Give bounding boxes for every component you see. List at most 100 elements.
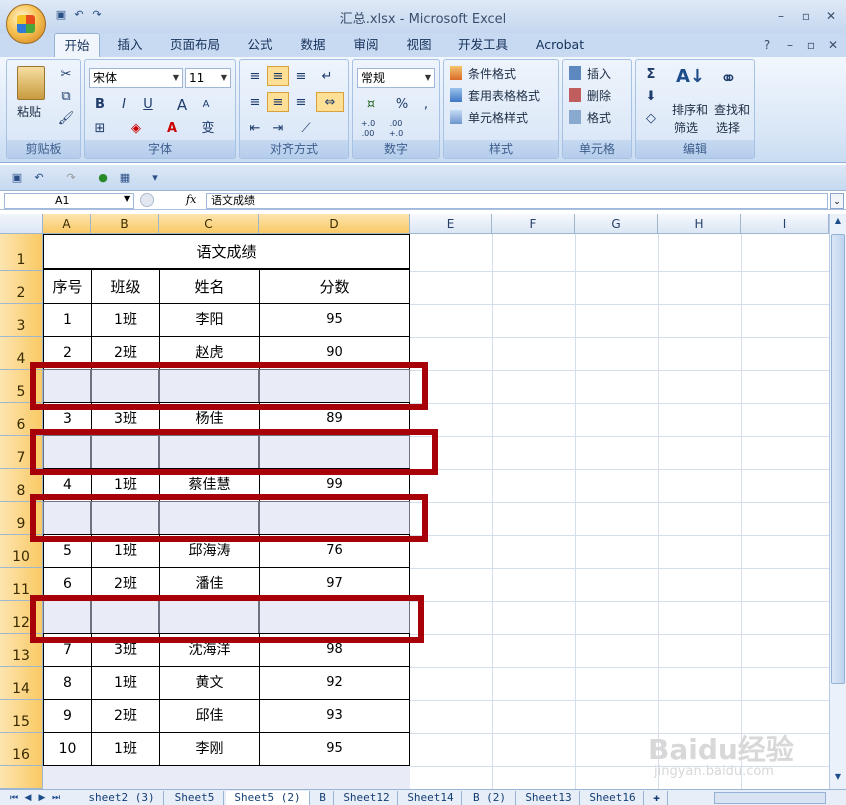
number-format-select[interactable]: 常规 ▼	[357, 68, 435, 88]
sheet-tab[interactable]: Sheet13	[518, 791, 580, 805]
decrease-decimal-button[interactable]: .00 +.0	[385, 118, 407, 138]
border-icon[interactable]: ⊞	[89, 118, 111, 138]
header-cell[interactable]: 分数	[259, 269, 410, 304]
sheet-tab[interactable]: B (2)	[464, 791, 516, 805]
font-color-icon[interactable]: A	[161, 118, 183, 138]
underline-button[interactable]: U	[137, 94, 159, 114]
table-cell[interactable]: 2班	[91, 699, 160, 733]
decrease-indent-icon[interactable]: ⇤	[244, 118, 266, 138]
find-select-label-1[interactable]: 查找和	[714, 100, 750, 120]
row-header[interactable]: 15	[0, 700, 43, 733]
redo-icon[interactable]: ↷	[64, 171, 78, 185]
row-header[interactable]: 2	[0, 271, 43, 304]
table-cell[interactable]: 李刚	[159, 732, 260, 766]
sheet-tab[interactable]: sheet2 (3)	[80, 791, 164, 805]
column-header-f[interactable]: F	[492, 214, 575, 234]
conditional-format-button[interactable]: 条件格式	[468, 64, 516, 84]
column-header-e[interactable]: E	[410, 214, 492, 234]
table-cell[interactable]: 1班	[91, 732, 160, 766]
column-header-g[interactable]: G	[575, 214, 658, 234]
fill-color-icon[interactable]: ◈	[125, 118, 147, 138]
horizontal-scrollbar[interactable]	[714, 792, 826, 804]
next-sheet-icon[interactable]: ▶	[36, 791, 48, 805]
formula-input[interactable]: 语文成绩	[206, 193, 828, 209]
sheet-tab[interactable]: Sheet16	[582, 791, 644, 805]
tab-formulas[interactable]: 公式	[238, 33, 282, 57]
format-cells-button[interactable]: 格式	[587, 108, 611, 128]
close-icon[interactable]: ✕	[822, 8, 840, 24]
tab-review[interactable]: 审阅	[344, 33, 388, 57]
table-cell[interactable]: 93	[259, 699, 410, 733]
column-header-c[interactable]: C	[159, 214, 259, 234]
increase-indent-icon[interactable]: ⇥	[267, 118, 289, 138]
scroll-thumb[interactable]	[831, 234, 845, 684]
workbook-minimize-icon[interactable]: –	[781, 37, 799, 53]
form-icon[interactable]: ▦	[118, 171, 132, 185]
sort-filter-label-2[interactable]: 筛选	[674, 118, 698, 138]
prev-sheet-icon[interactable]: ◀	[22, 791, 34, 805]
autosum-button[interactable]: Σ	[640, 64, 662, 84]
header-cell[interactable]: 序号	[43, 269, 92, 304]
table-cell[interactable]: 9	[43, 699, 92, 733]
help-icon[interactable]: ?	[758, 37, 776, 53]
minimize-icon[interactable]: –	[772, 8, 790, 24]
table-title[interactable]: 语文成绩	[43, 234, 410, 269]
sheet-tab[interactable]: Sheet14	[400, 791, 462, 805]
cell-styles-button[interactable]: 单元格样式	[468, 108, 528, 128]
currency-icon[interactable]: ¤	[357, 94, 385, 114]
insert-cells-button[interactable]: 插入	[587, 64, 611, 84]
save-icon[interactable]: ▣	[10, 171, 24, 185]
column-header-h[interactable]: H	[658, 214, 741, 234]
expand-formula-bar-icon[interactable]: ⌄	[830, 193, 844, 209]
row-header[interactable]: 14	[0, 667, 43, 700]
select-all-corner[interactable]	[0, 214, 43, 234]
last-sheet-icon[interactable]: ⏭	[50, 791, 62, 805]
row-header[interactable]	[0, 766, 43, 789]
increase-decimal-button[interactable]: +.0 .00	[357, 118, 379, 138]
row-header[interactable]: 16	[0, 733, 43, 766]
comma-button[interactable]: ,	[415, 94, 437, 114]
tab-insert[interactable]: 插入	[108, 33, 152, 57]
tab-view[interactable]: 视图	[397, 33, 441, 57]
sheet-tab[interactable]: B	[312, 791, 334, 805]
table-cell[interactable]: 1班	[91, 666, 160, 700]
paste-icon[interactable]	[17, 66, 45, 100]
table-cell[interactable]: 1	[43, 303, 92, 337]
sort-filter-icon[interactable]: A↓	[676, 66, 705, 96]
vertical-scrollbar[interactable]: ▲ ▼	[829, 214, 846, 789]
refresh-icon[interactable]: ●	[96, 171, 110, 185]
table-cell[interactable]: 95	[259, 303, 410, 337]
format-as-table-button[interactable]: 套用表格格式	[468, 86, 540, 106]
header-cell[interactable]: 姓名	[159, 269, 260, 304]
tab-acrobat[interactable]: Acrobat	[526, 33, 594, 57]
table-cell[interactable]: 邱佳	[159, 699, 260, 733]
percent-button[interactable]: %	[391, 94, 413, 114]
align-middle-icon[interactable]: ≡	[267, 66, 289, 86]
name-box[interactable]: A1	[4, 193, 134, 209]
copy-icon[interactable]: ⧉	[55, 86, 77, 106]
insert-function-button[interactable]: fx	[186, 193, 196, 206]
scroll-down-icon[interactable]: ▼	[832, 772, 844, 786]
table-cell[interactable]: 李阳	[159, 303, 260, 337]
paste-button[interactable]: 粘贴	[17, 102, 41, 122]
align-right-icon[interactable]: ≡	[290, 92, 312, 112]
merge-center-icon[interactable]: ⇔	[316, 92, 344, 112]
insert-sheet-icon[interactable]: ✚	[646, 791, 668, 805]
clear-icon[interactable]: ◇	[640, 108, 662, 128]
fill-icon[interactable]: ⬇	[640, 86, 662, 106]
align-bottom-icon[interactable]: ≡	[290, 66, 312, 86]
align-top-icon[interactable]: ≡	[244, 66, 266, 86]
restore-icon[interactable]: ▫	[797, 8, 815, 24]
header-cell[interactable]: 班级	[91, 269, 160, 304]
tab-home[interactable]: 开始	[54, 33, 100, 57]
column-header-i[interactable]: I	[741, 214, 829, 234]
format-painter-icon[interactable]: 🖌	[55, 108, 77, 128]
chevron-down-icon[interactable]: ▼	[124, 194, 130, 203]
workbook-close-icon[interactable]: ✕	[824, 37, 842, 53]
orientation-icon[interactable]: ⟋	[292, 118, 320, 138]
phonetic-icon[interactable]: 变	[197, 118, 219, 138]
shrink-font-button[interactable]: A	[195, 94, 217, 114]
name-box-resize-icon[interactable]	[140, 193, 154, 207]
row-header[interactable]: 3	[0, 304, 43, 337]
sheet-tab[interactable]: Sheet5	[166, 791, 224, 805]
